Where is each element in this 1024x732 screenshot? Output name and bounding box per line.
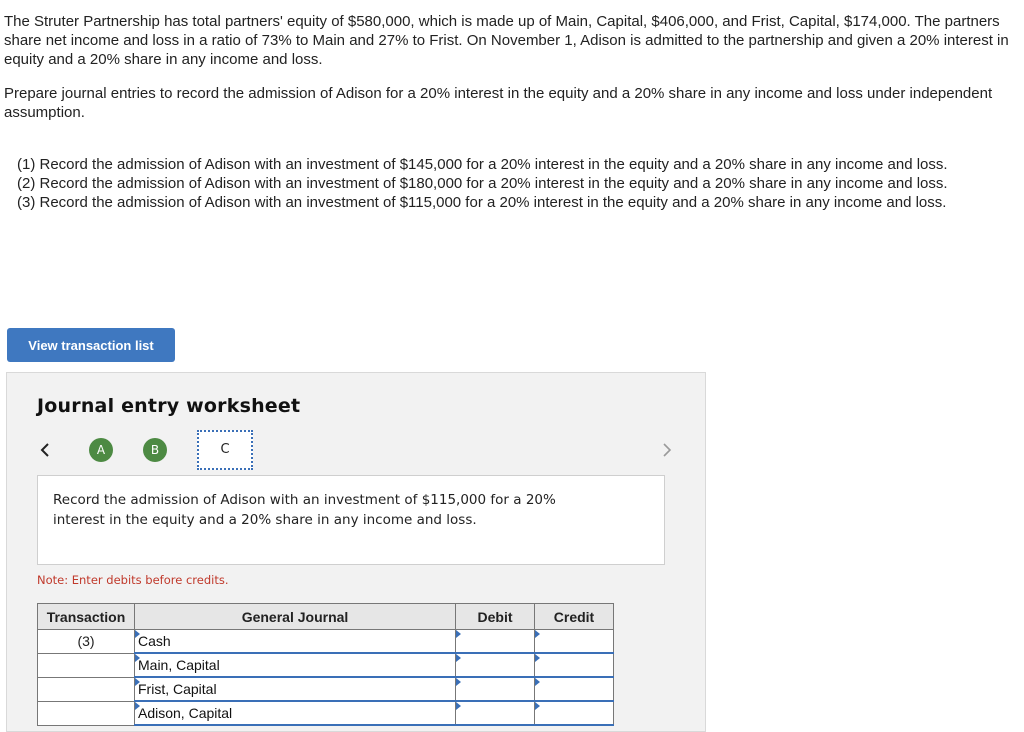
debits-note: Note: Enter debits before credits. (37, 573, 229, 587)
requirement-item-2: (2) Record the admission of Adison with … (17, 175, 948, 192)
credit-input[interactable] (535, 702, 613, 724)
debit-cell[interactable] (455, 700, 535, 726)
debit-input[interactable] (456, 654, 534, 676)
transaction-cell (37, 676, 135, 702)
account-select[interactable]: Frist, Capital (135, 678, 455, 700)
chevron-left-icon (40, 443, 49, 457)
debit-input[interactable] (456, 702, 534, 724)
account-cell[interactable]: Cash (134, 629, 456, 654)
credit-input[interactable] (535, 654, 613, 676)
table-row: Frist, Capital (37, 676, 614, 702)
transaction-cell (37, 700, 135, 726)
account-select[interactable]: Cash (135, 630, 455, 652)
view-transaction-list-button[interactable]: View transaction list (7, 328, 175, 362)
journal-entry-worksheet: Journal entry worksheet A B C Record the… (6, 372, 706, 732)
table-row: (3) Cash (37, 629, 614, 654)
transaction-cell: (3) (37, 629, 135, 654)
account-cell[interactable]: Adison, Capital (134, 700, 456, 726)
problem-intro: The Struter Partnership has total partne… (4, 13, 1009, 68)
step-b-tab[interactable]: B (143, 438, 167, 462)
worksheet-title: Journal entry worksheet (37, 395, 301, 417)
next-step-button[interactable] (658, 437, 676, 463)
requirement-item-3: (3) Record the admission of Adison with … (17, 194, 947, 211)
transaction-cell (37, 652, 135, 678)
chevron-right-icon (663, 443, 672, 457)
problem-statement: The Struter Partnership has total partne… (4, 12, 1014, 212)
credit-cell[interactable] (534, 676, 614, 702)
table-row: Adison, Capital (37, 700, 614, 726)
requirements-list: (1) Record the admission of Adison with … (4, 155, 1014, 212)
problem-instruction: Prepare journal entries to record the ad… (4, 85, 993, 121)
journal-table: Transaction General Journal Debit Credit… (37, 603, 614, 726)
requirement-item-1: (1) Record the admission of Adison with … (17, 156, 948, 173)
header-debit: Debit (455, 603, 535, 630)
debit-input[interactable] (456, 630, 534, 652)
credit-input[interactable] (535, 678, 613, 700)
table-row: Main, Capital (37, 652, 614, 678)
debit-cell[interactable] (455, 676, 535, 702)
header-general-journal: General Journal (134, 603, 456, 630)
account-cell[interactable]: Frist, Capital (134, 676, 456, 702)
previous-step-button[interactable] (37, 437, 55, 463)
debit-cell[interactable] (455, 629, 535, 654)
credit-cell[interactable] (534, 700, 614, 726)
header-transaction: Transaction (37, 603, 135, 630)
journal-header-row: Transaction General Journal Debit Credit (37, 603, 614, 630)
account-cell[interactable]: Main, Capital (134, 652, 456, 678)
credit-cell[interactable] (534, 629, 614, 654)
credit-cell[interactable] (534, 652, 614, 678)
debit-input[interactable] (456, 678, 534, 700)
worksheet-instruction: Record the admission of Adison with an i… (53, 492, 556, 528)
header-credit: Credit (534, 603, 614, 630)
credit-input[interactable] (535, 630, 613, 652)
account-select[interactable]: Adison, Capital (135, 702, 455, 724)
step-a-tab[interactable]: A (89, 438, 113, 462)
step-c-tab[interactable]: C (197, 430, 253, 470)
debit-cell[interactable] (455, 652, 535, 678)
instruction-box: Record the admission of Adison with an i… (37, 475, 665, 565)
account-select[interactable]: Main, Capital (135, 654, 455, 676)
